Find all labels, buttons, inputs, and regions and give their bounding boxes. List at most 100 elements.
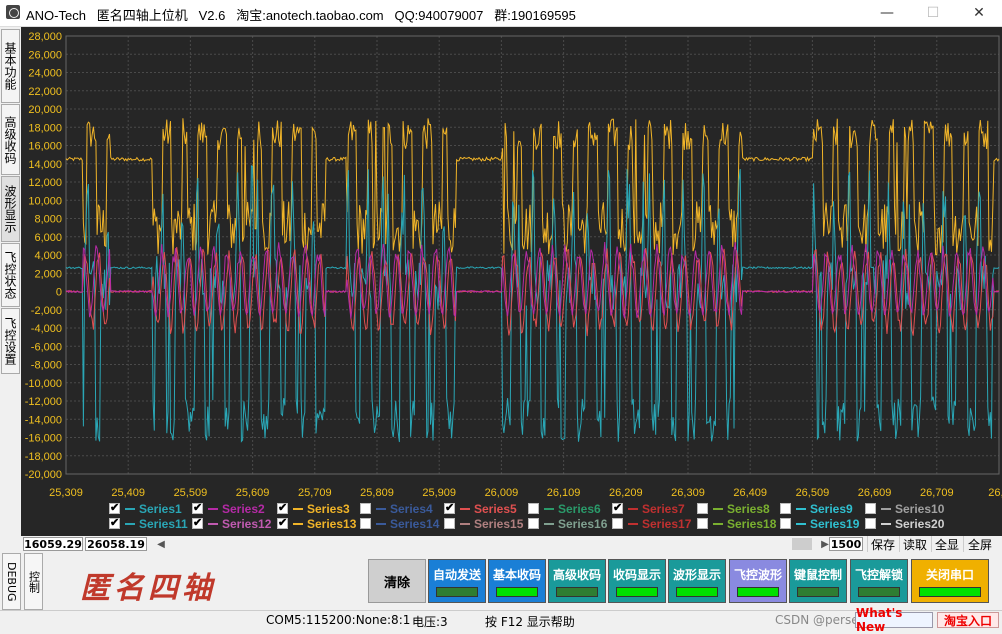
legend-item[interactable]: Series10	[865, 501, 944, 516]
legend-checkbox[interactable]	[780, 503, 791, 514]
fullscreen-button[interactable]: 全屏	[963, 536, 996, 552]
legend-checkbox[interactable]	[277, 501, 288, 514]
func-button-5[interactable]: 波形显示	[668, 559, 726, 603]
status-led	[737, 587, 779, 597]
legend-label: Series16	[558, 516, 608, 531]
x-tick-label: 26,609	[858, 487, 892, 499]
tab-basic-functions[interactable]: 基本功能	[1, 29, 20, 103]
legend-item[interactable]: Series18	[697, 516, 776, 531]
legend-swatch	[796, 522, 806, 525]
legend-item[interactable]: Series9	[780, 501, 853, 516]
func-button-8[interactable]: 飞控解锁	[850, 559, 908, 603]
func-button-4[interactable]: 收码显示	[608, 559, 666, 603]
maximize-button[interactable]: ☐	[910, 0, 956, 26]
legend-checkbox[interactable]	[612, 501, 623, 514]
brand-logo: 匿名四轴	[80, 571, 216, 606]
legend-item[interactable]: Series1	[109, 501, 182, 516]
legend-item[interactable]: Series6	[528, 501, 601, 516]
legend-item[interactable]: Series16	[528, 516, 607, 531]
legend-item[interactable]: Series20	[865, 516, 944, 531]
close-button[interactable]: ✕	[956, 0, 1002, 26]
taobao-button[interactable]: 淘宝入口	[937, 612, 999, 628]
tab-flight-status[interactable]: 飞控状态	[1, 243, 20, 307]
whats-new-button[interactable]: What's New	[855, 606, 933, 634]
legend-checkbox[interactable]	[109, 501, 120, 514]
x-tick-label: 25,709	[298, 487, 332, 499]
tab-flight-settings[interactable]: 飞控设置	[1, 308, 20, 374]
y-tick-label: -14,000	[25, 414, 62, 426]
legend-checkbox[interactable]	[865, 503, 876, 514]
legend-checkbox[interactable]	[528, 503, 539, 514]
legend-swatch	[125, 522, 135, 525]
legend-item[interactable]: Series5	[444, 501, 517, 516]
y-tick-label: 22,000	[28, 86, 62, 98]
scroll-thumb[interactable]	[792, 538, 812, 550]
legend-item[interactable]: Series11	[109, 516, 188, 531]
legend-checkbox[interactable]	[192, 516, 203, 529]
y-tick-label: 28,000	[28, 31, 62, 43]
y-tick-label: 24,000	[28, 68, 62, 80]
func-button-7[interactable]: 键鼠控制	[789, 559, 847, 603]
legend-item[interactable]: Series15	[444, 516, 523, 531]
legend-item[interactable]: Series17	[612, 516, 691, 531]
func-button-3[interactable]: 高级收码	[548, 559, 606, 603]
tab-control[interactable]: 控制	[24, 553, 43, 610]
load-button[interactable]: 读取	[899, 536, 930, 552]
legend-checkbox[interactable]	[192, 501, 203, 514]
legend-checkbox[interactable]	[697, 518, 708, 529]
legend-label: Series4	[390, 501, 433, 516]
func-button-1[interactable]: 自动发送	[428, 559, 486, 603]
legend-checkbox[interactable]	[865, 518, 876, 529]
points-input[interactable]: 1500	[829, 537, 863, 551]
legend-checkbox[interactable]	[277, 516, 288, 529]
legend-checkbox[interactable]	[360, 518, 371, 529]
func-button-2[interactable]: 基本收码	[488, 559, 546, 603]
save-button[interactable]: 保存	[867, 536, 898, 552]
legend-item[interactable]: Series3	[277, 501, 350, 516]
x-tick-label: 26,309	[671, 487, 705, 499]
waveform-plot: 28,000 26,000 24,000 22,000 20,000 18,000 16,0…	[25, 31, 1002, 499]
legend-swatch	[713, 522, 723, 525]
y-tick-label: -6,000	[31, 341, 62, 353]
legend-checkbox[interactable]	[360, 503, 371, 514]
legend-item[interactable]: Series7	[612, 501, 685, 516]
func-button-label: 关闭串口	[925, 568, 974, 582]
legend-swatch	[208, 522, 218, 525]
legend-item[interactable]: Series13	[277, 516, 356, 531]
y-tick-label: 6,000	[34, 232, 62, 244]
clear-button[interactable]: 清除	[368, 559, 426, 603]
legend-swatch	[881, 522, 891, 525]
legend-item[interactable]: Series2	[192, 501, 265, 516]
legend-checkbox[interactable]	[697, 503, 708, 514]
show-all-button[interactable]: 全显	[931, 536, 962, 552]
func-button-label: 收码显示	[612, 568, 661, 582]
func-button-9[interactable]: 关闭串口	[911, 559, 989, 603]
x-tick-label: 26,009	[485, 487, 519, 499]
legend-item[interactable]: Series12	[192, 516, 271, 531]
legend-item[interactable]: Series14	[360, 516, 439, 531]
func-button-6[interactable]: 飞控波形	[729, 559, 787, 603]
legend-item[interactable]: Series4	[360, 501, 433, 516]
tab-waveform-display[interactable]: 波形显示	[1, 176, 20, 242]
legend-label: Series19	[810, 516, 860, 531]
legend-checkbox[interactable]	[528, 518, 539, 529]
scroll-left-icon[interactable]: ◀	[154, 537, 168, 551]
legend-label: Series3	[307, 501, 350, 516]
legend-checkbox[interactable]	[780, 518, 791, 529]
legend-item[interactable]: Series19	[780, 516, 859, 531]
chart-scrollbar[interactable]: ◀ ▶	[154, 537, 834, 551]
legend-checkbox[interactable]	[444, 501, 455, 514]
legend-label: Series7	[642, 501, 685, 516]
tab-advanced-receive[interactable]: 高级收码	[1, 104, 20, 175]
legend-label: Series1	[139, 501, 182, 516]
waveform-chart[interactable]: 28,000 26,000 24,000 22,000 20,000 18,000 16,0…	[21, 27, 1002, 537]
legend-checkbox[interactable]	[612, 518, 623, 529]
legend-label: Series14	[390, 516, 440, 531]
legend-checkbox[interactable]	[444, 518, 455, 529]
minimize-button[interactable]: —	[864, 0, 910, 26]
legend-label: Series9	[810, 501, 853, 516]
tab-debug[interactable]: DEBUG	[2, 553, 21, 610]
legend-checkbox[interactable]	[109, 516, 120, 529]
legend-item[interactable]: Series8	[697, 501, 770, 516]
legend-label: Series17	[642, 516, 692, 531]
